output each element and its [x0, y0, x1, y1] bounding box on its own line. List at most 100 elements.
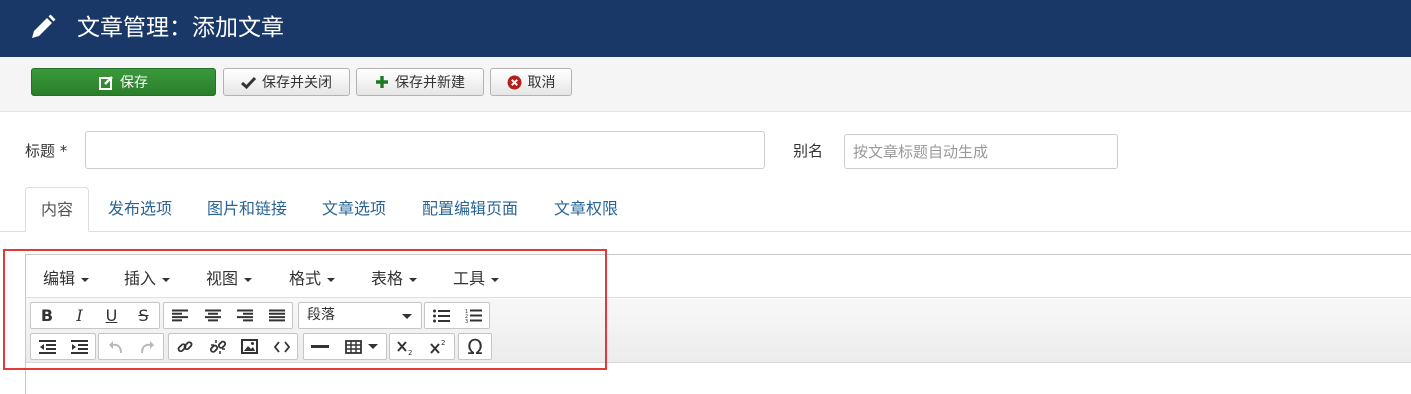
menu-format[interactable]: 格式 — [289, 265, 336, 289]
tab-edit-screen[interactable]: 配置编辑页面 — [407, 187, 533, 231]
cancel-circle-icon — [507, 75, 521, 89]
outdent-button[interactable] — [31, 334, 63, 359]
caret-down-icon — [162, 277, 171, 282]
save-close-label: 保存并关闭 — [262, 75, 332, 91]
table-button[interactable] — [336, 334, 386, 359]
unlink-button[interactable] — [201, 334, 233, 359]
cancel-button[interactable]: 取消 — [490, 68, 572, 96]
caret-down-icon — [402, 314, 412, 319]
hr-table-group — [303, 333, 387, 360]
code-button[interactable] — [265, 334, 297, 359]
link-icon — [177, 340, 193, 352]
indent-button[interactable] — [63, 334, 95, 359]
menu-view-label: 视图 — [206, 269, 239, 288]
justify-icon — [268, 309, 285, 322]
indent-icon — [71, 339, 88, 354]
justify-button[interactable] — [260, 303, 292, 328]
editor-toolbar: B I U S 段落 1 2 3 2 2 Ω — [26, 298, 1411, 363]
title-input[interactable] — [85, 131, 765, 169]
page-title: 文章管理：添加文章 — [77, 15, 284, 41]
unlink-icon — [209, 339, 226, 354]
caret-down-icon — [368, 344, 378, 349]
save-close-button[interactable]: 保存并关闭 — [223, 68, 350, 96]
numbered-list-button[interactable]: 123 — [457, 303, 489, 328]
menu-edit[interactable]: 编辑 — [43, 265, 90, 289]
history-group — [98, 333, 164, 360]
code-icon — [273, 340, 290, 353]
align-left-button[interactable] — [164, 303, 196, 328]
subscript-icon: 2 — [397, 340, 412, 355]
special-char-group: Ω — [458, 333, 492, 360]
script-group: 2 2 — [389, 333, 455, 360]
bullet-list-icon — [432, 309, 450, 322]
tab-permissions[interactable]: 文章权限 — [539, 187, 633, 231]
alias-input[interactable] — [844, 134, 1118, 169]
caret-down-icon — [81, 277, 90, 282]
plus-icon — [376, 76, 388, 88]
superscript-button[interactable]: 2 — [422, 334, 454, 359]
italic-button[interactable]: I — [63, 303, 95, 328]
image-button[interactable] — [233, 334, 265, 359]
special-char-button[interactable]: Ω — [459, 334, 491, 359]
menu-view[interactable]: 视图 — [206, 265, 253, 289]
menu-table[interactable]: 表格 — [371, 265, 418, 289]
menu-tools[interactable]: 工具 — [453, 265, 500, 289]
undo-icon — [108, 340, 122, 353]
numbered-list-icon: 123 — [465, 309, 482, 323]
undo-button[interactable] — [99, 334, 131, 359]
menu-table-label: 表格 — [371, 269, 404, 288]
article-tabs: 内容 发布选项 图片和链接 文章选项 配置编辑页面 文章权限 — [0, 187, 1411, 232]
tab-content[interactable]: 内容 — [25, 187, 90, 232]
menu-insert[interactable]: 插入 — [124, 265, 171, 289]
bold-button[interactable]: B — [31, 303, 63, 328]
save-new-label: 保存并新建 — [395, 75, 465, 91]
align-center-icon — [204, 309, 221, 322]
link-button[interactable] — [169, 334, 201, 359]
action-toolbar: 保存 保存并关闭 保存并新建 取消 — [0, 57, 1411, 112]
cancel-label: 取消 — [527, 75, 556, 91]
tab-publishing[interactable]: 发布选项 — [93, 187, 187, 231]
caret-down-icon — [491, 277, 500, 282]
caret-down-icon — [409, 277, 418, 282]
menu-format-label: 格式 — [289, 269, 322, 288]
tab-article-options[interactable]: 文章选项 — [307, 187, 401, 231]
save-button[interactable]: 保存 — [31, 68, 216, 96]
format-select-value: 段落 — [307, 307, 335, 323]
menu-tools-label: 工具 — [453, 269, 486, 288]
align-right-icon — [236, 309, 253, 322]
strikethrough-button[interactable]: S — [127, 303, 159, 328]
horizontal-rule-button[interactable] — [304, 334, 336, 359]
bullet-list-button[interactable] — [425, 303, 457, 328]
omega-icon: Ω — [467, 334, 483, 359]
align-group — [163, 302, 293, 329]
insert-group — [168, 333, 298, 360]
caret-down-icon — [244, 277, 253, 282]
save-new-button[interactable]: 保存并新建 — [356, 68, 484, 96]
editor-menubar: 编辑 插入 视图 格式 表格 工具 — [26, 255, 1411, 298]
rich-text-editor: 编辑 插入 视图 格式 表格 工具 B I U S 段落 1 2 3 2 2 Ω — [25, 254, 1411, 394]
page-header: 文章管理：添加文章 — [0, 0, 1411, 57]
subscript-button[interactable]: 2 — [390, 334, 422, 359]
pencil-icon — [32, 14, 56, 38]
align-left-icon — [172, 309, 188, 322]
superscript-icon: 2 — [429, 339, 445, 354]
align-right-button[interactable] — [228, 303, 260, 328]
svg-text:3: 3 — [465, 319, 468, 323]
title-label: 标题 * — [25, 142, 68, 160]
alias-label: 别名 — [793, 142, 824, 160]
table-icon — [345, 339, 362, 354]
image-icon — [241, 339, 258, 354]
caret-down-icon — [327, 277, 336, 282]
outdent-icon — [38, 339, 56, 354]
underline-button[interactable]: U — [95, 303, 127, 328]
format-select[interactable]: 段落 — [298, 302, 422, 329]
edit-icon — [99, 75, 113, 90]
svg-text:2: 2 — [408, 349, 412, 355]
menu-insert-label: 插入 — [124, 269, 157, 288]
redo-button[interactable] — [131, 334, 163, 359]
indent-group — [30, 333, 96, 360]
svg-text:2: 2 — [441, 339, 445, 347]
tab-images-links[interactable]: 图片和链接 — [192, 187, 302, 231]
align-center-button[interactable] — [196, 303, 228, 328]
menu-edit-label: 编辑 — [43, 269, 76, 288]
